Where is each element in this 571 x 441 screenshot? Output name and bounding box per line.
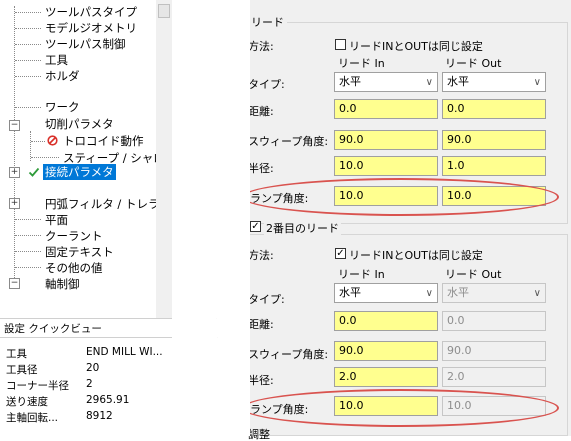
same-settings-label: リードINとOUTは同じ設定 [349,40,483,53]
lead2-out-type-value: 水平 [447,286,469,299]
lead-in-column-label-2: リード In [338,268,385,281]
quickview-label: 工具 [6,348,27,360]
lead-out-distance-field[interactable]: 0.0 [442,99,546,119]
tree-item-axis-control[interactable]: 軸制御 [45,276,80,292]
expand-icon[interactable]: + [9,198,20,209]
adjust-label: 調整 [248,428,270,441]
lead2-out-type-select: 水平 ∨ [442,283,546,303]
lead2-in-type-select[interactable]: 水平 ∨ [334,283,438,303]
tree-connector [15,219,41,220]
tree-connector [31,141,45,142]
chevron-down-icon: ∨ [425,77,433,88]
lead-in-sweep-field[interactable]: 90.0 [334,130,438,150]
tree-item-model-geometry[interactable]: モデルジオメトリ [45,20,137,36]
lead-out-radius-field[interactable]: 1.0 [442,156,546,176]
quickview-value: 8912 [86,410,113,422]
lead2-out-distance-field: 0.0 [442,311,546,331]
lead-in-distance-field[interactable]: 0.0 [334,99,438,119]
radius-label-2: 半径: [248,374,274,387]
lead2-out-sweep-field: 90.0 [442,341,546,361]
radius-label: 半径: [248,162,274,175]
sweep-angle-label: スウィープ角度: [248,135,329,148]
tree-connector [15,12,41,13]
tree-connector [15,60,41,61]
same-settings-label-2: リードINとOUTは同じ設定 [349,249,483,262]
tree-guide-line [14,6,15,288]
tree-item-canned-text[interactable]: 固定テキスト [45,244,114,260]
method-label-2: 方法: [248,249,274,262]
lead-in-type-select[interactable]: 水平 ∨ [334,72,438,92]
lead-in-type-value: 水平 [339,75,361,88]
tree-item-stock[interactable]: ワーク [45,99,80,115]
expand-icon[interactable]: + [9,167,20,178]
torn-edge-separator [172,0,250,436]
tree-item-cut-parameters[interactable]: 切削パラメタ [45,116,114,132]
collapse-icon[interactable]: − [9,120,20,131]
chevron-down-icon: ∨ [425,288,433,299]
tree-connector [31,157,59,158]
chevron-down-icon: ∨ [533,288,541,299]
tree-item-tool[interactable]: 工具 [45,52,68,68]
type-label-2: タイプ: [248,293,285,306]
distance-label: 距離: [248,105,274,118]
link-parameters-panel: リード 方法: リードINとOUTは同じ設定 リード In リード Out タイ… [222,0,571,440]
lead2-in-sweep-field[interactable]: 90.0 [334,341,438,361]
forbidden-icon [47,135,58,146]
lead-out-type-value: 水平 [447,75,469,88]
collapse-icon[interactable]: − [9,278,20,289]
sweep-angle-label-2: スウィープ角度: [248,348,329,361]
method-label: 方法: [248,40,274,53]
tree-item-toolpath-control[interactable]: ツールパス制御 [45,36,126,52]
lead-in-column-label: リード In [338,57,385,70]
lead-out-column-label-2: リード Out [445,268,502,281]
tree-connector [15,44,41,45]
quickview-label: コーナー半径 [6,380,69,392]
tree-item-toolpath-type[interactable]: ツールパスタイプ [45,4,137,20]
lead-out-column-label: リード Out [445,57,502,70]
tree-item-link-parameters[interactable]: 接続パラメタ [43,164,116,180]
tree-connector [15,28,41,29]
quickview-label: 送り速度 [6,396,48,408]
quickview-value: 2 [86,378,93,390]
check-icon [28,166,40,178]
lead2-in-distance-field[interactable]: 0.0 [334,311,438,331]
tree-item-planes[interactable]: 平面 [45,212,68,228]
tree-connector [15,251,41,252]
ramp-highlight-ellipse [242,178,559,216]
lead-out-type-select[interactable]: 水平 ∨ [442,72,546,92]
same-settings-checkbox-2[interactable]: ✓ [335,248,346,259]
tree-item-misc-values[interactable]: その他の値 [45,260,103,276]
chevron-down-icon: ∨ [533,77,541,88]
tree-item-coolant[interactable]: クーラント [45,228,103,244]
same-settings-checkbox[interactable] [335,39,346,50]
lead2-in-type-value: 水平 [339,286,361,299]
second-lead-title: 2番目のリード [264,220,341,236]
lead-out-sweep-field[interactable]: 90.0 [442,130,546,150]
second-lead-checkbox[interactable]: ✓ [250,221,261,232]
quickview-label: 主軸回転... [6,412,59,424]
distance-label-2: 距離: [248,318,274,331]
lead2-out-radius-field: 2.0 [442,367,546,387]
type-label: タイプ: [248,78,285,91]
quickview-value: 20 [86,362,100,374]
lead2-in-radius-field[interactable]: 2.0 [334,367,438,387]
lead-in-radius-field[interactable]: 10.0 [334,156,438,176]
quickview-value: 2965.91 [86,394,130,406]
tree-item-arc-filter[interactable]: 円弧フィルタ / トレラン [45,196,171,212]
tree-connector [15,76,41,77]
ramp-highlight-ellipse-2 [242,389,559,427]
quickview-value: END MILL WI... [86,346,163,358]
tree-item-holder[interactable]: ホルダ [45,68,80,84]
tree-item-trochoidal-motion[interactable]: トロコイド動作 [63,133,144,149]
tree-connector [15,267,41,268]
quickview-label: 工具径 [6,364,38,376]
lead-group-title: リード [248,14,287,30]
tree-connector [15,107,41,108]
tree-connector [15,235,41,236]
